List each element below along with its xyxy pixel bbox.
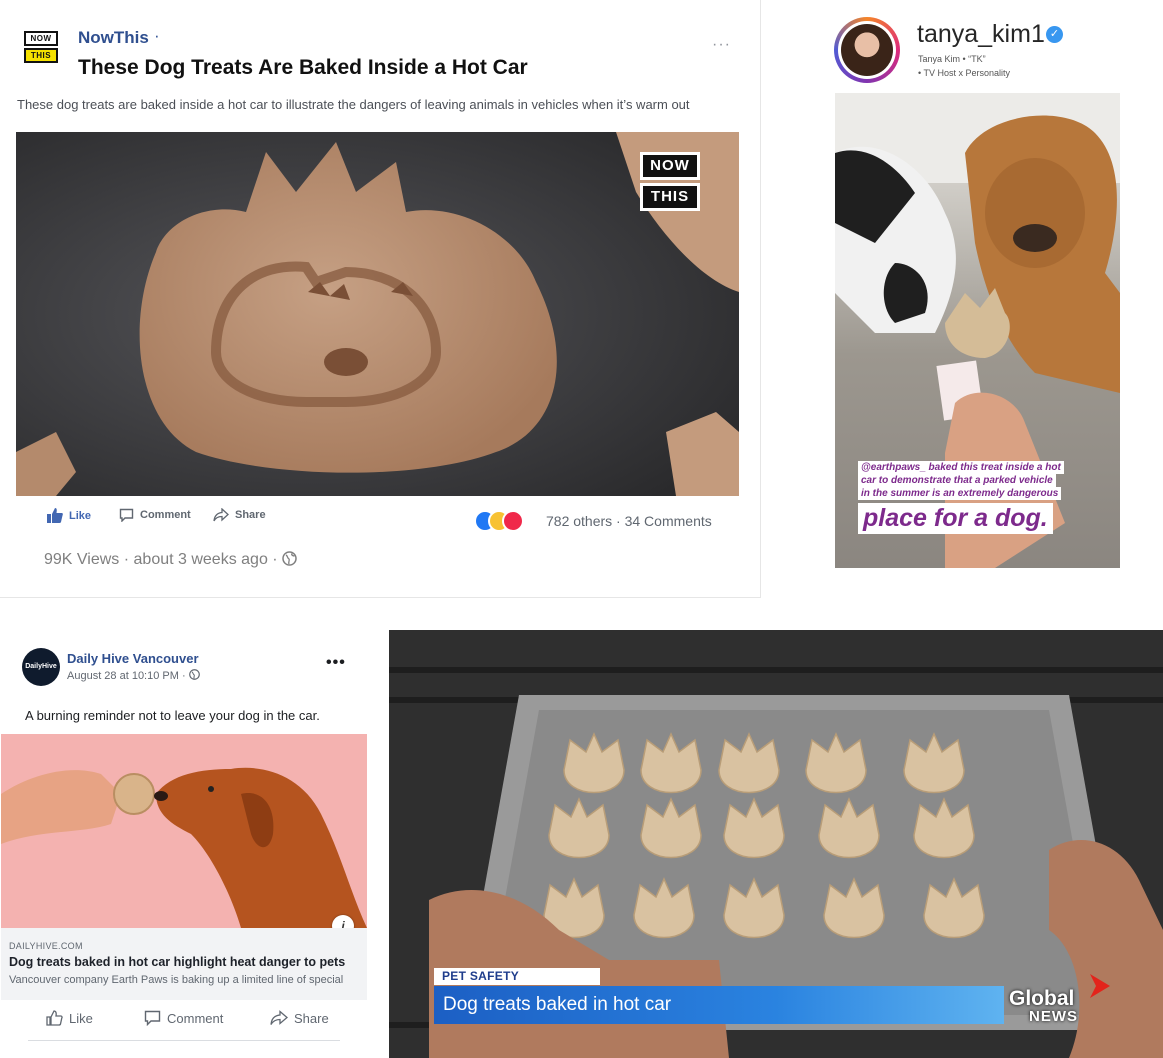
- share-button[interactable]: Share: [270, 1010, 329, 1026]
- name-separator: ·: [154, 26, 160, 45]
- dog-treat-shape: [548, 797, 610, 859]
- page-name-link[interactable]: Daily Hive Vancouver: [67, 651, 199, 666]
- link-preview-image[interactable]: [1, 734, 367, 928]
- share-arrow-icon: [213, 508, 229, 522]
- view-meta: 99K Views · about 3 weeks ago ·: [44, 551, 297, 569]
- dog-treat-shape: [633, 877, 695, 939]
- dog-treat-shape: [563, 732, 625, 794]
- comment-button[interactable]: Comment: [144, 1010, 223, 1026]
- share-arrow-icon: [270, 1010, 288, 1025]
- dog-treat-shape: [640, 732, 702, 794]
- globe-icon: [188, 669, 200, 680]
- comment-bubble-icon: [144, 1010, 161, 1026]
- like-button[interactable]: Like: [46, 1010, 93, 1026]
- dog-treat-shape: [823, 877, 885, 939]
- profile-subtitle: Tanya Kim • “TK”: [918, 54, 986, 64]
- lower-third-title: Dog treats baked in hot car: [443, 994, 672, 1015]
- logo-bottom-text: THIS: [24, 48, 58, 63]
- page-name-link[interactable]: NowThis: [78, 28, 149, 48]
- global-news-chevron-icon: [1090, 974, 1110, 998]
- share-label: Share: [294, 1010, 329, 1026]
- profile-avatar[interactable]: [834, 17, 900, 83]
- caption-line-1: @earthpaws_ baked this treat inside a ho…: [858, 461, 1064, 474]
- dog-treat-closeup-image: [16, 132, 739, 496]
- dog-treat-shape: [818, 797, 880, 859]
- dog-treat-shape: [923, 877, 985, 939]
- link-snippet: Vancouver company Earth Paws is baking u…: [9, 974, 344, 986]
- reactions-icons[interactable]: [474, 510, 534, 532]
- post-description: These dog treats are baked inside a hot …: [17, 97, 690, 112]
- username[interactable]: tanya_kim1: [917, 20, 1045, 49]
- caption-large-text: place for a dog.: [858, 503, 1053, 534]
- dog-sniffing-treat-image: [1, 734, 367, 928]
- dog-treat-shape: [805, 732, 867, 794]
- like-label: Like: [69, 509, 92, 522]
- video-thumbnail[interactable]: NOW THIS: [16, 132, 739, 496]
- watermark-top: NOW: [640, 152, 700, 180]
- lower-third-tag: PET SAFETY AWARENESS: [434, 968, 600, 1000]
- more-options-button[interactable]: ···: [712, 36, 731, 54]
- link-headline[interactable]: Dog treats baked in hot car highlight he…: [9, 955, 345, 969]
- reaction-comment-count[interactable]: 782 others · 34 Comments: [546, 513, 712, 529]
- share-label: Share: [235, 509, 266, 521]
- comment-label: Comment: [167, 1010, 224, 1026]
- love-reaction-icon: [502, 510, 524, 532]
- post-text: A burning reminder not to leave your dog…: [25, 708, 320, 723]
- link-domain: DAILYHIVE.COM: [9, 941, 83, 951]
- more-options-button[interactable]: •••: [326, 654, 346, 672]
- dog-treat-shape: [723, 797, 785, 859]
- watermark-bottom: THIS: [640, 183, 700, 211]
- profile-photo: [841, 24, 893, 76]
- caption-line-2: car to demonstrate that a parked vehicle: [858, 474, 1056, 487]
- dailyhive-avatar-logo[interactable]: DailyHive: [22, 648, 60, 686]
- comment-bubble-icon: [119, 508, 134, 522]
- views-and-time: 99K Views · about 3 weeks ago ·: [44, 551, 278, 568]
- comment-button[interactable]: Comment: [119, 508, 191, 522]
- verified-badge-icon: ✓: [1046, 26, 1063, 43]
- post-title: These Dog Treats Are Baked Inside a Hot …: [78, 56, 528, 79]
- caption-line-3: in the summer is an extremely dangerous: [858, 487, 1062, 500]
- nowthis-watermark: NOW THIS: [640, 152, 700, 214]
- dog-treat-shape: [723, 877, 785, 939]
- globe-icon: [282, 551, 297, 566]
- thumbs-up-icon: [46, 1010, 63, 1026]
- post-date[interactable]: August 28 at 10:10 PM ·: [67, 669, 200, 682]
- thumbs-up-icon: [47, 508, 63, 523]
- comment-label: Comment: [140, 509, 191, 521]
- profile-bio: • TV Host x Personality: [918, 68, 1011, 78]
- divider: [28, 1040, 340, 1041]
- dog-treat-shape: [903, 732, 965, 794]
- post-timestamp: August 28 at 10:10 PM ·: [67, 670, 186, 682]
- share-button[interactable]: Share: [213, 508, 266, 522]
- global-news-logo-bottom: NEWS: [1029, 1008, 1078, 1025]
- logo-top-text: NOW: [24, 31, 58, 46]
- dog-treat-shape: [913, 797, 975, 859]
- like-button[interactable]: Like: [47, 508, 91, 523]
- nowthis-avatar-logo[interactable]: NOW THIS: [24, 31, 58, 65]
- like-label: Like: [69, 1010, 93, 1026]
- dog-treat-shape: [640, 797, 702, 859]
- dog-treat-shape: [718, 732, 780, 794]
